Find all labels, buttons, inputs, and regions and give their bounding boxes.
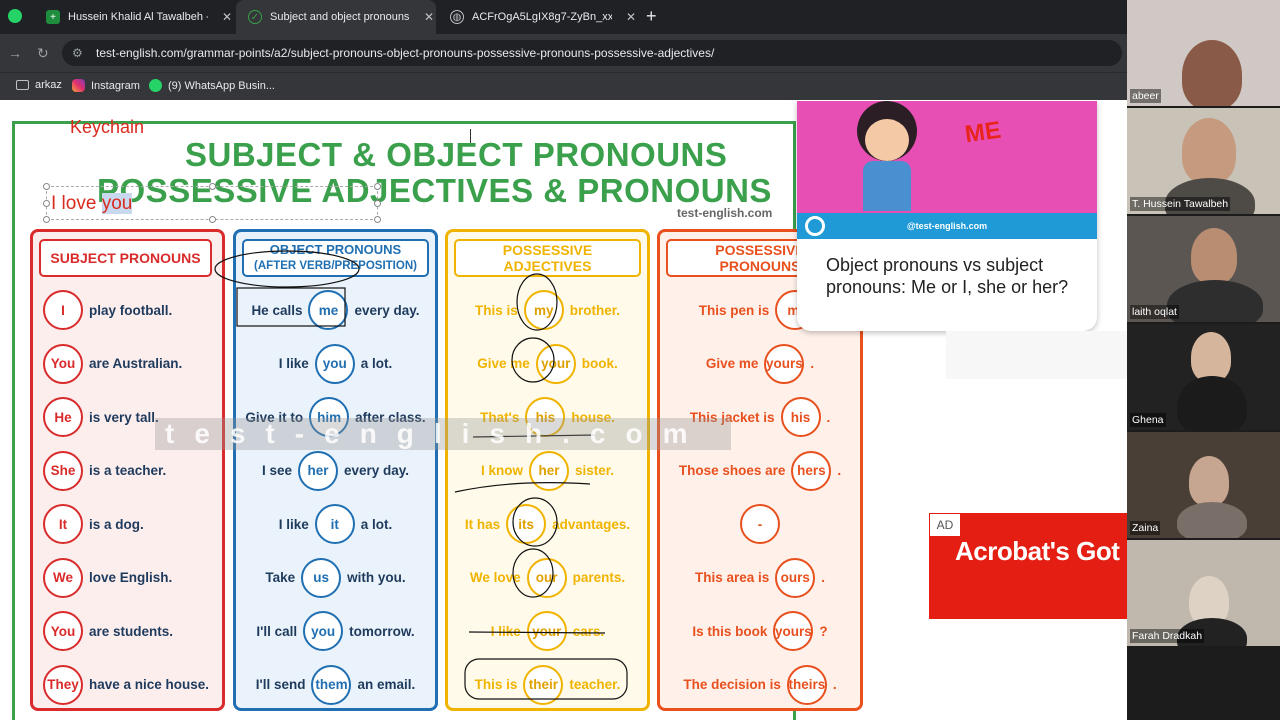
bookmark-instagram[interactable]: Instagram: [72, 79, 140, 92]
ad-label: AD: [930, 514, 960, 536]
tab-pronouns[interactable]: ✓ Subject and object pronouns, po ✕: [236, 0, 436, 34]
sentence-after: .: [821, 570, 826, 585]
participant-video: [1191, 228, 1237, 284]
annotation-box-their: [464, 658, 628, 700]
sentence-after: .: [837, 463, 842, 478]
participant-tile[interactable]: T. Hussein Tawalbeh: [1127, 108, 1280, 214]
resize-handle[interactable]: [209, 183, 216, 190]
annotation-circle-your: [511, 337, 555, 383]
sentence-after: .: [832, 677, 837, 692]
whatsapp-icon: [149, 79, 162, 92]
annotation-curve-her: [454, 482, 591, 493]
site-settings-icon[interactable]: ⚙: [72, 40, 83, 66]
resize-handle[interactable]: [43, 200, 50, 207]
bookmark-arkaz[interactable]: arkaz: [16, 79, 62, 91]
close-icon[interactable]: ✕: [424, 10, 434, 24]
participant-body: [1167, 280, 1263, 322]
tab-document[interactable]: ◍ ACFrOgA5LgIX8g7-ZyBn_xxNUf ✕: [438, 0, 638, 34]
whatsapp-icon[interactable]: [8, 9, 22, 23]
resize-handle[interactable]: [43, 216, 50, 223]
participant-name: abeer: [1130, 89, 1161, 103]
participant-video: [1182, 40, 1242, 106]
participant-tile[interactable]: Ghena: [1127, 324, 1280, 430]
globe-icon: ◍: [450, 10, 464, 24]
instagram-icon: [72, 79, 85, 92]
participant-name: T. Hussein Tawalbeh: [1130, 197, 1231, 211]
annotation-box-me: [236, 287, 346, 327]
tab-sheets[interactable]: + Hussein Khalid Al Tawalbeh - Go ✕: [34, 0, 234, 34]
resize-handle[interactable]: [374, 200, 381, 207]
participant-video: [1182, 118, 1236, 184]
tab-title: ACFrOgA5LgIX8g7-ZyBn_xxNUf: [472, 11, 612, 23]
annotation-strike-cars: [468, 631, 606, 634]
textbox-selection: you: [101, 193, 133, 214]
resize-handle[interactable]: [209, 216, 216, 223]
bookmark-label: (9) WhatsApp Busin...: [168, 79, 275, 92]
url-text: test-english.com/grammar-points/a2/subje…: [96, 46, 715, 60]
annotation-circle-header: [214, 250, 360, 288]
cartoon-body: [863, 161, 911, 211]
sentence-after: .: [826, 409, 831, 425]
bookmarks-bar: arkaz Instagram (9) WhatsApp Busin...: [0, 72, 1127, 100]
annotation-textbox[interactable]: I love you: [43, 183, 381, 223]
annotation-circle-our: [512, 548, 554, 598]
reload-icon[interactable]: ↻: [37, 45, 49, 62]
address-bar: → ↻ ⚙ test-english.com/grammar-points/a2…: [0, 34, 1127, 72]
tab-bar: + Hussein Khalid Al Tawalbeh - Go ✕ ✓ Su…: [0, 0, 1127, 34]
forward-icon[interactable]: →: [8, 45, 22, 61]
text-cursor: [470, 129, 471, 143]
participant-name: Zaina: [1130, 521, 1161, 535]
textbox-text: I love: [51, 193, 102, 214]
ad-text: Acrobat's Got it.: [955, 536, 1148, 566]
resize-handle[interactable]: [374, 183, 381, 190]
participant-tile[interactable]: abeer: [1127, 0, 1280, 106]
participant-name: Ghena: [1130, 413, 1166, 427]
tab-title: Subject and object pronouns, po: [270, 11, 410, 23]
sidebar-panel: [946, 331, 1127, 379]
annotation-circle-my: [516, 273, 558, 331]
thumb-brand: @test-english.com: [906, 221, 988, 231]
participant-tile[interactable]: Zaina: [1127, 432, 1280, 538]
bookmark-label: Instagram: [91, 79, 140, 92]
watermark: test-english.com: [155, 418, 731, 450]
folder-icon: [16, 80, 29, 90]
video-title[interactable]: Object pronouns vs subject pronouns: Me …: [826, 254, 1076, 298]
close-icon[interactable]: ✕: [626, 10, 636, 24]
participant-body: [1177, 502, 1247, 538]
keychain-label: Keychain: [70, 117, 145, 137]
participants-panel: abeer T. Hussein Tawalbeh laith oqlat Gh…: [1127, 0, 1280, 720]
url-field[interactable]: ⚙ test-english.com/grammar-points/a2/sub…: [62, 40, 1122, 66]
video-thumb-bar: @test-english.com: [797, 213, 1097, 239]
bookmark-label: arkaz: [35, 79, 62, 91]
annotation-circle-its: [512, 497, 558, 547]
participant-tile[interactable]: laith oqlat: [1127, 216, 1280, 322]
thumb-text: ME: [963, 116, 1003, 149]
participant-tile[interactable]: Farah Dradkah: [1127, 540, 1280, 646]
participant-video: [1189, 456, 1229, 506]
participant-video: [1191, 332, 1231, 382]
new-tab-button[interactable]: +: [646, 6, 657, 27]
sheets-icon: +: [46, 10, 60, 24]
participant-name: Farah Dradkah: [1130, 629, 1205, 643]
tab-title: Hussein Khalid Al Tawalbeh - Go: [68, 11, 208, 23]
web-page: SUBJECT & OBJECT PRONOUNS POSSESSIVE ADJ…: [0, 101, 1127, 720]
resize-handle[interactable]: [374, 216, 381, 223]
sentence-after: .: [810, 356, 815, 371]
video-card[interactable]: ME @test-english.com Object pronouns vs …: [797, 101, 1097, 331]
participant-name: laith oqlat: [1130, 305, 1179, 319]
cartoon-face: [865, 119, 909, 161]
sentence-after: ?: [819, 623, 828, 639]
participant-body: [1177, 376, 1247, 430]
bookmark-whatsapp[interactable]: (9) WhatsApp Busin...: [149, 79, 275, 92]
check-icon: ✓: [248, 10, 262, 24]
close-icon[interactable]: ✕: [222, 10, 232, 24]
resize-handle[interactable]: [43, 183, 50, 190]
logo-icon: [805, 216, 825, 236]
